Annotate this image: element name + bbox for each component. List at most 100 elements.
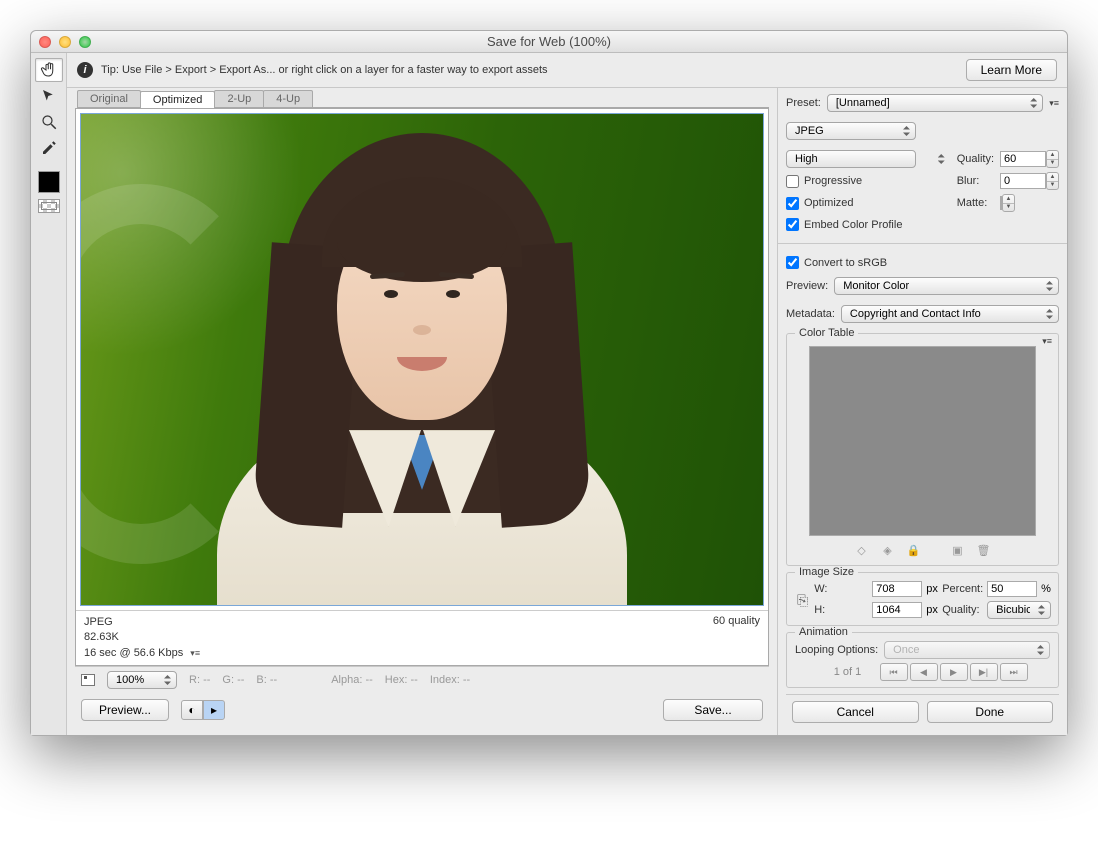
color-table-group: Color Table ▾≡ ◇ ◈ 🔒 ▣ 🗑	[786, 333, 1059, 566]
image-preview-canvas[interactable]	[80, 113, 764, 606]
browser-preview-menu[interactable]: ▸	[203, 700, 225, 720]
download-speed-menu[interactable]: ▾≡	[190, 648, 200, 658]
optimized-checkbox[interactable]	[786, 197, 799, 210]
ct-snap-icon[interactable]: ◇	[853, 544, 871, 557]
window-zoom-button[interactable]	[79, 36, 91, 48]
window-title: Save for Web (100%)	[31, 34, 1067, 49]
blur-input[interactable]	[1000, 173, 1046, 189]
anim-prev-button[interactable]: ◀	[910, 663, 938, 681]
slice-icon	[40, 87, 58, 105]
save-button[interactable]: Save...	[663, 699, 763, 721]
progressive-checkbox[interactable]	[786, 175, 799, 188]
metadata-label: Metadata:	[786, 308, 835, 320]
hand-icon	[40, 61, 58, 79]
slice-visibility-icon[interactable]	[81, 674, 95, 686]
matte-label: Matte:	[957, 197, 994, 209]
tab-2up[interactable]: 2-Up	[214, 90, 264, 107]
anim-last-button[interactable]: ⏭	[1000, 663, 1028, 681]
image-size-legend: Image Size	[795, 566, 858, 578]
color-table-flyout[interactable]: ▾≡	[1042, 336, 1052, 347]
ct-lock-icon[interactable]: 🔒	[905, 544, 923, 557]
anim-first-button[interactable]: ⏮	[880, 663, 908, 681]
percent-label: Percent:	[942, 583, 983, 595]
format-select[interactable]: JPEG	[786, 122, 916, 140]
titlebar: Save for Web (100%)	[31, 31, 1067, 53]
learn-more-button[interactable]: Learn More	[966, 59, 1057, 81]
color-table-view[interactable]	[809, 346, 1036, 536]
metadata-select[interactable]: Copyright and Contact Info	[841, 305, 1059, 323]
window-close-button[interactable]	[39, 36, 51, 48]
magnifier-icon	[40, 113, 58, 131]
status-alpha: Alpha: --	[331, 674, 373, 686]
tip-text: Tip: Use File > Export > Export As... or…	[101, 64, 958, 76]
animation-group: Animation Looping Options: Once 1 of 1 ⏮…	[786, 632, 1059, 688]
height-label: H:	[814, 604, 868, 616]
quality-input[interactable]	[1000, 151, 1046, 167]
toggle-slices-visibility[interactable]	[38, 199, 60, 213]
preview-button[interactable]: Preview...	[81, 699, 169, 721]
ct-new-icon[interactable]: ▣	[949, 544, 967, 557]
tab-4up[interactable]: 4-Up	[263, 90, 313, 107]
animation-legend: Animation	[795, 626, 852, 638]
blur-stepper[interactable]: ▲▼	[1046, 172, 1059, 190]
status-g: G: --	[222, 674, 244, 686]
cancel-button[interactable]: Cancel	[792, 701, 919, 723]
preview-color-select[interactable]: Monitor Color	[834, 277, 1059, 295]
status-bar: 100% R: -- G: -- B: -- Alpha: -- Hex: --…	[75, 666, 769, 693]
preview-frame: JPEG 82.63K 16 sec @ 56.6 Kbps ▾≡ 60 qua…	[75, 108, 769, 666]
color-table-legend: Color Table	[795, 327, 858, 339]
eyedropper-color-swatch[interactable]	[38, 171, 60, 193]
save-for-web-window: Save for Web (100%) i Tip: Use File >	[30, 30, 1068, 736]
ct-delete-icon[interactable]: 🗑	[975, 544, 993, 557]
eyedropper-tool[interactable]	[35, 136, 63, 160]
eyedropper-icon	[40, 139, 58, 157]
tool-column	[31, 53, 67, 735]
matte-stepper[interactable]: ▲▼	[1002, 194, 1015, 212]
resample-quality-label: Quality:	[942, 604, 983, 616]
preset-select[interactable]: [Unnamed]	[827, 94, 1043, 112]
tab-optimized[interactable]: Optimized	[140, 91, 216, 108]
hand-tool[interactable]	[35, 58, 63, 82]
image-size-group: Image Size W: px ⎘ Percent: % H: px	[786, 572, 1059, 626]
status-index: Index: --	[430, 674, 470, 686]
embed-color-profile-checkbox[interactable]	[786, 218, 799, 231]
status-r: R: --	[189, 674, 210, 686]
done-button[interactable]: Done	[927, 701, 1054, 723]
looping-options-label: Looping Options:	[795, 644, 878, 656]
info-quality: 60 quality	[713, 615, 760, 627]
status-b: B: --	[256, 674, 277, 686]
width-input[interactable]	[872, 581, 922, 597]
info-format: JPEG	[84, 615, 713, 630]
window-minimize-button[interactable]	[59, 36, 71, 48]
ct-shift-icon[interactable]: ◈	[879, 544, 897, 557]
zoom-select[interactable]: 100%	[107, 671, 177, 689]
slice-select-tool[interactable]	[35, 84, 63, 108]
info-icon: i	[77, 62, 93, 78]
info-filesize: 82.63K	[84, 630, 713, 645]
looping-options-select: Once	[884, 641, 1050, 659]
tip-bar: i Tip: Use File > Export > Export As... …	[67, 53, 1067, 88]
browser-preview-icon[interactable]: ◐	[181, 700, 203, 720]
blur-label: Blur:	[957, 175, 994, 187]
quality-stepper[interactable]: ▲▼	[1046, 150, 1059, 168]
preset-flyout-menu[interactable]: ▾≡	[1049, 98, 1059, 109]
settings-panel: Preset: [Unnamed] ▾≡ JPEG High Quality: …	[777, 88, 1067, 735]
preset-label: Preset:	[786, 97, 821, 109]
quality-preset-select[interactable]: High	[786, 150, 916, 168]
preview-info-bar: JPEG 82.63K 16 sec @ 56.6 Kbps ▾≡ 60 qua…	[76, 610, 768, 665]
preview-color-label: Preview:	[786, 280, 828, 292]
quality-label: Quality:	[957, 153, 994, 165]
anim-play-button[interactable]: ▶	[940, 663, 968, 681]
anim-next-button[interactable]: ▶|	[970, 663, 998, 681]
tab-original[interactable]: Original	[77, 90, 141, 107]
status-hex: Hex: --	[385, 674, 418, 686]
width-label: W:	[814, 583, 868, 595]
convert-srgb-checkbox[interactable]	[786, 256, 799, 269]
percent-input[interactable]	[987, 581, 1037, 597]
link-dimensions-icon[interactable]: ⎘	[797, 592, 808, 609]
resample-quality-select[interactable]: Bicubic	[987, 601, 1051, 619]
animation-page-text: 1 of 1	[818, 663, 878, 681]
zoom-tool[interactable]	[35, 110, 63, 134]
info-timing: 16 sec @ 56.6 Kbps	[84, 647, 183, 659]
height-input[interactable]	[872, 602, 922, 618]
